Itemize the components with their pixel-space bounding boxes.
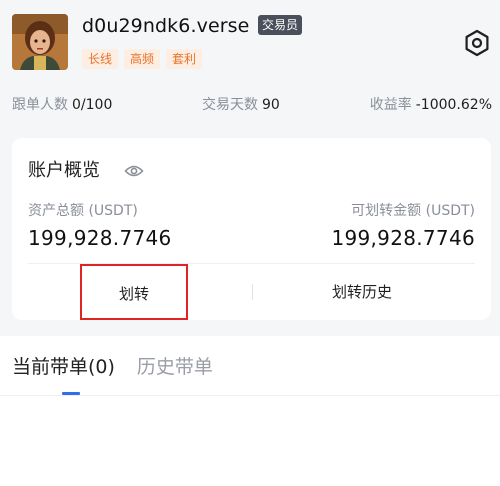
tag-list: 长线 高频 套利 [82, 49, 203, 69]
username: d0u29ndk6.verse [82, 15, 250, 37]
stat-followers-value: 0/100 [72, 97, 113, 113]
button-separator [252, 284, 253, 300]
transfer-button[interactable]: 划转 [80, 264, 188, 320]
tab-history-orders[interactable]: 历史带单 [137, 352, 213, 392]
avatar[interactable] [12, 14, 68, 70]
account-overview-card: 账户概览 资产总额 (USDT) 可划转金额 (USDT) 199,928.77… [12, 138, 491, 320]
transferable-label: 可划转金额 (USDT) [351, 203, 475, 219]
settings-button[interactable] [462, 28, 492, 58]
stat-yield-label: 收益率 [369, 97, 412, 113]
tag-long-term: 长线 [82, 49, 119, 69]
account-overview-title: 账户概览 [28, 160, 100, 181]
transfer-history-button[interactable]: 划转历史 [302, 264, 422, 320]
total-assets-label: 资产总额 (USDT) [28, 203, 138, 219]
stats-row: 跟单人数 0/100 交易天数 90 收益率 -1000.62% [12, 95, 492, 115]
stat-yield: 收益率 -1000.62% [370, 95, 492, 115]
stat-trading-days: 交易天数 90 [202, 95, 280, 115]
tab-bar: 当前带单(0) 历史带单 [12, 352, 213, 392]
tag-high-frequency: 高频 [124, 49, 161, 69]
transferable-value: 199,928.7746 [331, 226, 475, 250]
trader-badge: 交易员 [258, 15, 303, 35]
tag-arbitrage: 套利 [166, 49, 203, 69]
tab-bar-underline [0, 395, 500, 396]
stat-days-label: 交易天数 [202, 97, 258, 113]
total-assets-value: 199,928.7746 [28, 226, 172, 250]
eye-icon[interactable] [124, 163, 144, 179]
stat-days-value: 90 [262, 97, 280, 113]
stat-yield-value: -1000.62% [415, 97, 492, 113]
stat-followers-label: 跟单人数 [12, 97, 68, 113]
tab-current-orders[interactable]: 当前带单(0) [12, 352, 115, 392]
stat-followers: 跟单人数 0/100 [12, 95, 112, 115]
avatar-image [12, 14, 68, 70]
hexagon-settings-icon [465, 29, 489, 57]
eye-icon-graphic [124, 165, 144, 177]
